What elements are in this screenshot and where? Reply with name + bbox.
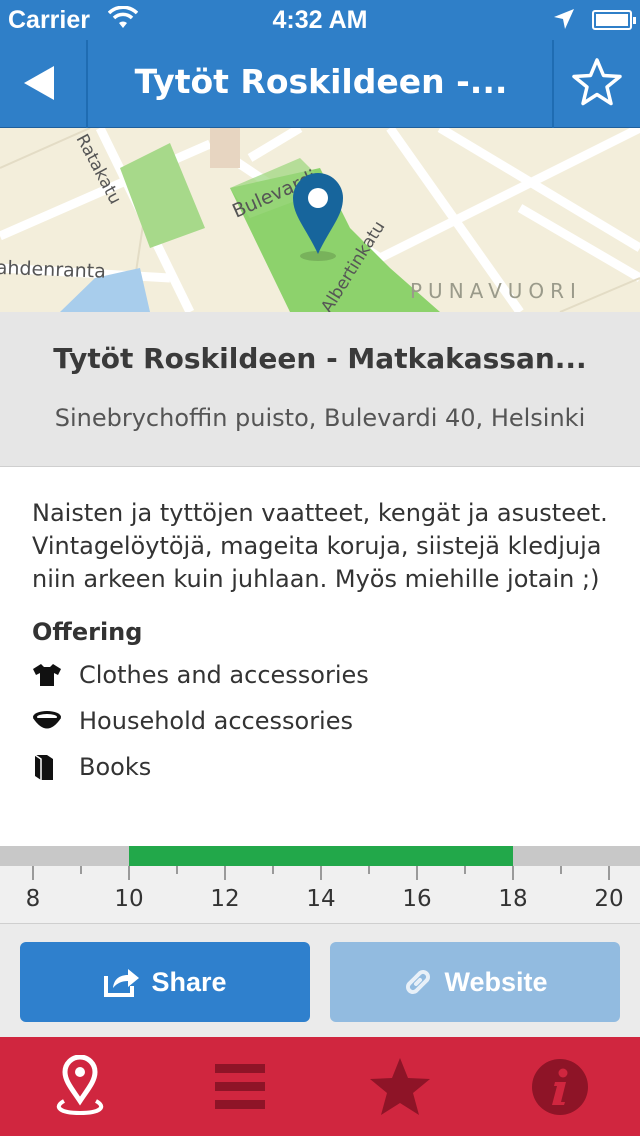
website-button[interactable]: Website <box>330 942 620 1022</box>
tshirt-icon <box>32 663 79 687</box>
location-arrow-icon <box>553 8 575 37</box>
offering-item: Clothes and accessories <box>32 652 608 698</box>
back-button[interactable] <box>0 40 88 128</box>
clock: 4:32 AM <box>272 6 368 34</box>
share-button[interactable]: Share <box>20 942 310 1022</box>
star-outline-icon <box>572 58 622 106</box>
timeline-hour-label: 18 <box>498 886 528 912</box>
timeline-tick <box>416 866 418 880</box>
map-pin-tab-icon <box>56 1054 104 1115</box>
timeline-tick <box>464 866 466 874</box>
timeline-tick <box>272 866 274 874</box>
timeline-hour-label: 16 <box>402 886 432 912</box>
tab-bar <box>0 1037 640 1136</box>
timeline-tick <box>176 866 178 874</box>
offering-label: Household accessories <box>79 707 353 735</box>
tab-map[interactable] <box>0 1037 160 1136</box>
action-bar: Share Website <box>0 924 640 1037</box>
timeline-tick <box>320 866 322 880</box>
offering-label: Clothes and accessories <box>79 661 369 689</box>
place-description: Naisten ja tyttöjen vaatteet, kengät ja … <box>32 499 608 593</box>
bowl-icon <box>32 709 79 733</box>
status-bar: Carrier 4:32 AM <box>0 0 640 40</box>
offering-label: Books <box>79 753 152 781</box>
website-label: Website <box>444 966 548 997</box>
timeline-tick <box>608 866 610 880</box>
timeline-tick <box>32 866 34 880</box>
favorite-button[interactable] <box>552 40 640 128</box>
navigation-bar: Tytöt Roskildeen -... <box>0 40 640 128</box>
offering-item: Books <box>32 744 608 790</box>
share-icon <box>104 969 140 997</box>
place-header: Tytöt Roskildeen - Matkakassan... Sinebr… <box>0 312 640 467</box>
timeline-tick <box>128 866 130 880</box>
place-address: Sinebrychoffin puisto, Bulevardi 40, Hel… <box>54 404 586 432</box>
tab-favorites[interactable] <box>320 1037 480 1136</box>
timeline-tick <box>512 866 514 880</box>
timeline-hour-label: 12 <box>210 886 240 912</box>
info-icon <box>532 1058 588 1115</box>
back-arrow-icon <box>24 66 54 100</box>
offering-title: Offering <box>32 618 143 646</box>
opening-hours-timeline: 8 10 12 14 16 18 20 <box>0 846 640 924</box>
open-hours-bar <box>129 846 513 866</box>
place-details: Naisten ja tyttöjen vaatteet, kengät ja … <box>0 467 640 846</box>
list-icon <box>215 1063 265 1109</box>
place-name: Tytöt Roskildeen - Matkakassan... <box>53 342 587 375</box>
timeline-hour-label: 8 <box>25 886 41 912</box>
tab-info[interactable] <box>480 1037 640 1136</box>
timeline-tick <box>224 866 226 880</box>
map-view[interactable]: Bulevardi Hietalahdenranta Albertinkatu … <box>0 128 640 312</box>
map-district-label: PUNAVUORI <box>410 279 582 303</box>
timeline-tick <box>368 866 370 874</box>
star-icon <box>370 1057 430 1115</box>
timeline-hour-label: 20 <box>594 886 624 912</box>
timeline-hour-label: 14 <box>306 886 336 912</box>
timeline-tick <box>560 866 562 874</box>
page-title: Tytöt Roskildeen -... <box>134 62 508 101</box>
share-label: Share <box>151 966 227 997</box>
book-icon <box>32 753 79 781</box>
timeline-hour-label: 10 <box>114 886 144 912</box>
offering-item: Household accessories <box>32 698 608 744</box>
battery-icon <box>592 10 636 30</box>
tab-list[interactable] <box>160 1037 320 1136</box>
timeline-tick <box>80 866 82 874</box>
link-icon <box>406 970 431 994</box>
